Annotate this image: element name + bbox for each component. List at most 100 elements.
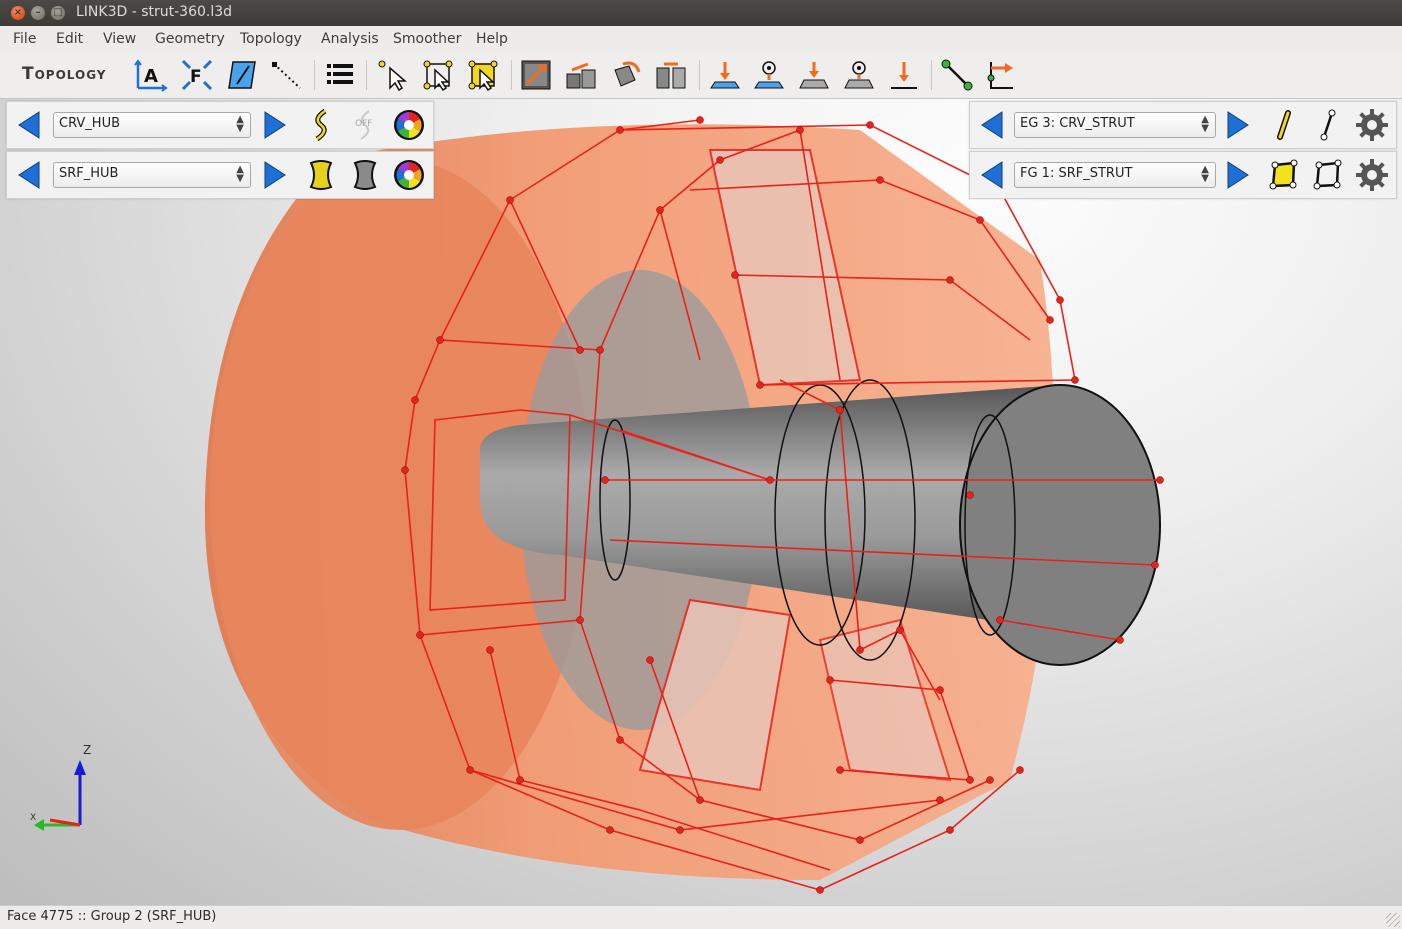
curve-prev-button[interactable] [11,107,47,143]
surface-next-button[interactable] [257,157,293,193]
toolbar-separator [931,60,932,90]
face-topology-icon: F [181,59,213,91]
edge-highlight-button[interactable] [1266,107,1302,143]
maximize-icon: □ [53,7,63,18]
minimize-icon: – [35,7,41,18]
color-wheel-icon [394,160,424,190]
minimize-window-button[interactable]: – [31,6,45,20]
edge-plain-button[interactable] [1310,107,1346,143]
project-point-target-button[interactable] [752,58,786,92]
curve-off-toggle[interactable]: OFF [347,107,383,143]
surface-combo-value: SRF_HUB [59,166,119,181]
menu-topology[interactable]: Topology [240,31,302,47]
menu-file[interactable]: File [13,31,36,47]
rotate-block-icon [614,61,641,87]
drop-point-icon [891,62,917,89]
extrude-block-icon [566,62,596,89]
auto-topology-button[interactable]: A [134,58,168,92]
maximize-window-button[interactable]: □ [51,6,65,20]
3d-viewport[interactable]: Z X CRV_HUB ▲ ▼ OFF SRF_HUB ▲ ▼ EG 3: CR… [0,99,1402,905]
surface-shaded-icon [309,160,333,190]
axis-triad [34,760,86,831]
face-topology-button[interactable]: F [180,58,214,92]
surface-selector-panel: SRF_HUB ▲ ▼ [6,151,434,199]
split-block-icon [656,62,686,89]
select-points-icon [423,60,453,92]
curve-color-button[interactable] [391,107,427,143]
menu-help[interactable]: Help [476,31,508,47]
project-surface-target-button[interactable] [842,58,876,92]
combo-arrows-icon: ▲ ▼ [1201,164,1209,184]
status-bar: Face 4775 :: Group 2 (SRF_HUB) [0,905,1402,929]
edge-block-button[interactable] [519,58,553,92]
gear-icon [1356,159,1388,191]
connect-edge-button[interactable] [940,58,974,92]
menu-geometry[interactable]: Geometry [155,31,225,47]
surface-gray-button[interactable] [347,157,383,193]
face-group-next-button[interactable] [1220,157,1256,193]
menu-edit[interactable]: Edit [56,31,83,47]
project-point-button[interactable] [708,58,742,92]
select-cursor-button[interactable] [376,58,410,92]
topology-toolbar: Topology A F [0,52,1402,99]
edge-group-settings-button[interactable] [1354,107,1390,143]
face-group-combo-value: FG 1: SRF_STRUT [1020,166,1133,181]
arrow-left-icon [981,161,1003,189]
select-points-button[interactable] [421,58,455,92]
surface-select-button[interactable] [225,58,259,92]
drop-point-button[interactable] [887,58,921,92]
z-axis-label: Z [83,743,91,757]
curve-combo[interactable]: CRV_HUB ▲ ▼ [53,112,251,138]
list-button[interactable] [323,58,357,92]
title-bar: × – □ LINK3D - strut-360.l3d [0,0,1402,26]
curve-next-button[interactable] [257,107,293,143]
align-axis-button[interactable] [985,58,1019,92]
edge-group-next-button[interactable] [1220,107,1256,143]
app-window: × – □ LINK3D - strut-360.l3d File Edit V… [0,0,1402,929]
face-highlight-icon [1269,159,1298,190]
surface-prev-button[interactable] [11,157,47,193]
face-group-settings-button[interactable] [1354,157,1390,193]
project-to-surface-button[interactable] [797,58,831,92]
edge-group-combo[interactable]: EG 3: CRV_STRUT ▲ ▼ [1014,112,1216,138]
surface-combo[interactable]: SRF_HUB ▲ ▼ [53,162,251,188]
close-window-button[interactable]: × [11,6,25,20]
auto-topology-icon: A [134,59,168,92]
connect-edge-icon [941,59,973,91]
edge-group-combo-value: EG 3: CRV_STRUT [1020,116,1135,131]
menu-view[interactable]: View [103,31,136,47]
menu-bar: File Edit View Geometry Topology Analysi… [0,26,1402,53]
resize-grip-icon[interactable] [1386,913,1400,927]
menu-smoother[interactable]: Smoother [393,31,461,47]
split-block-button[interactable] [654,58,688,92]
face-group-prev-button[interactable] [974,157,1010,193]
dotted-curve-button[interactable] [270,58,304,92]
arrow-right-icon [264,111,286,139]
menu-analysis[interactable]: Analysis [321,31,379,47]
color-wheel-icon [394,110,424,140]
surface-color-button[interactable] [391,157,427,193]
surface-shaded-button[interactable] [303,157,339,193]
face-group-panel: FG 1: SRF_STRUT ▲ ▼ [969,151,1397,199]
edge-group-prev-button[interactable] [974,107,1010,143]
face-group-combo[interactable]: FG 1: SRF_STRUT ▲ ▼ [1014,162,1216,188]
face-highlight-button[interactable] [1266,157,1302,193]
rotate-block-button[interactable] [609,58,643,92]
curve-style-button[interactable] [303,107,339,143]
edge-group-panel: EG 3: CRV_STRUT ▲ ▼ [969,101,1397,149]
arrow-left-icon [18,161,40,189]
edge-plain-icon [1320,109,1336,141]
project-point-target-icon [754,61,784,89]
arrow-left-icon [981,111,1003,139]
face-plain-button[interactable] [1310,157,1346,193]
face-plain-icon [1313,159,1342,190]
toolbar-separator [511,60,512,90]
model-render[interactable]: Z X [0,99,1402,905]
arrow-right-icon [264,161,286,189]
surface-gray-icon [353,160,377,190]
combo-arrows-icon: ▲ ▼ [236,164,244,184]
extrude-block-button[interactable] [564,58,598,92]
surface-select-icon [228,61,256,89]
arrow-left-icon [18,111,40,139]
select-faces-button[interactable] [466,58,500,92]
